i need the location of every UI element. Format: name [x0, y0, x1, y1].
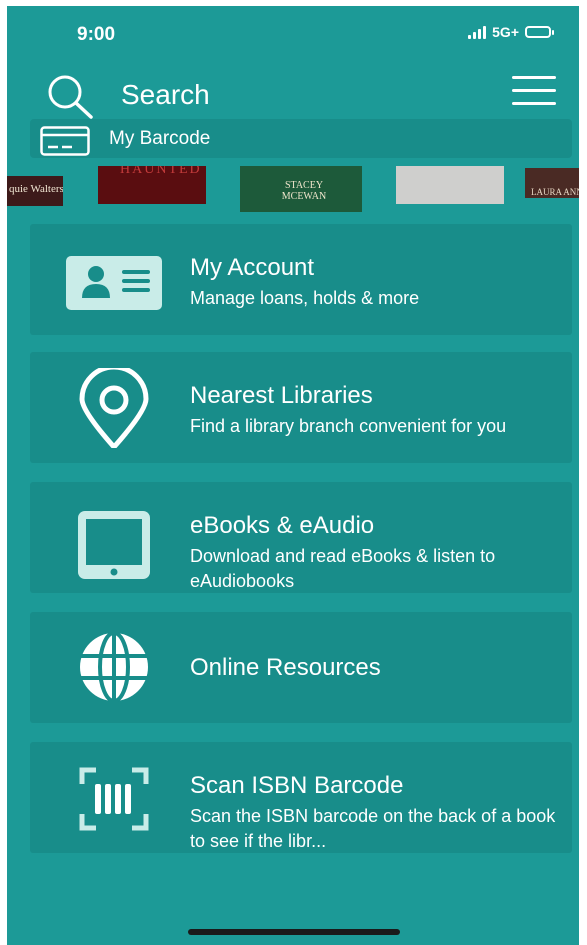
card-title: eBooks & eAudio — [190, 512, 375, 539]
nearest-libraries-card[interactable]: Nearest Libraries Find a library branch … — [30, 352, 572, 463]
card-title: Online Resources — [190, 654, 381, 681]
ebooks-eaudio-card[interactable]: eBooks & eAudio Download and read eBooks… — [30, 482, 572, 593]
id-card-icon — [66, 256, 162, 310]
barcode-scan-icon — [79, 767, 149, 831]
app-screen: 9:00 5G+ Search My Barcode quie Walters … — [7, 6, 579, 945]
search-icon[interactable] — [43, 72, 99, 120]
home-indicator[interactable] — [188, 929, 400, 935]
book-cover[interactable]: LAURA ANNE — [525, 168, 579, 198]
card-title: Nearest Libraries — [190, 382, 373, 409]
card-description: Manage loans, holds & more — [190, 288, 420, 308]
search-input[interactable]: Search — [121, 79, 210, 111]
card-title: Scan ISBN Barcode — [190, 772, 404, 799]
my-account-card[interactable]: My Account Manage loans, holds & more — [30, 224, 572, 335]
book-cover[interactable] — [396, 166, 504, 204]
my-barcode-label: My Barcode — [109, 128, 211, 149]
book-cover[interactable]: quie Walters — [7, 176, 63, 206]
book-cover[interactable]: STACEY MCEWAN — [240, 166, 362, 212]
book-carousel: quie Walters HAUNTED STACEY MCEWAN LAURA… — [7, 166, 579, 218]
online-resources-card[interactable]: Online Resources — [30, 612, 572, 723]
hamburger-menu-icon[interactable] — [512, 76, 558, 106]
status-time: 9:00 — [77, 24, 116, 45]
battery-icon — [525, 26, 554, 38]
status-indicators: 5G+ — [468, 24, 554, 40]
book-cover[interactable]: HAUNTED — [98, 166, 206, 204]
search-row: Search — [7, 66, 579, 122]
scan-isbn-barcode-card[interactable]: Scan ISBN Barcode Scan the ISBN barcode … — [30, 742, 572, 853]
globe-icon — [78, 632, 150, 702]
my-barcode-button[interactable]: My Barcode — [30, 119, 572, 158]
card-description: Scan the ISBN barcode on the back of a b… — [190, 806, 556, 851]
network-label: 5G+ — [492, 24, 519, 40]
location-pin-icon — [79, 368, 149, 448]
status-bar: 9:00 5G+ — [7, 6, 579, 58]
card-icon — [40, 126, 90, 156]
signal-icon — [468, 25, 487, 39]
tablet-icon — [78, 511, 150, 579]
card-description: Download and read eBooks & listen to eAu… — [190, 546, 496, 591]
card-description: Find a library branch convenient for you — [190, 416, 507, 436]
card-title: My Account — [190, 254, 315, 281]
